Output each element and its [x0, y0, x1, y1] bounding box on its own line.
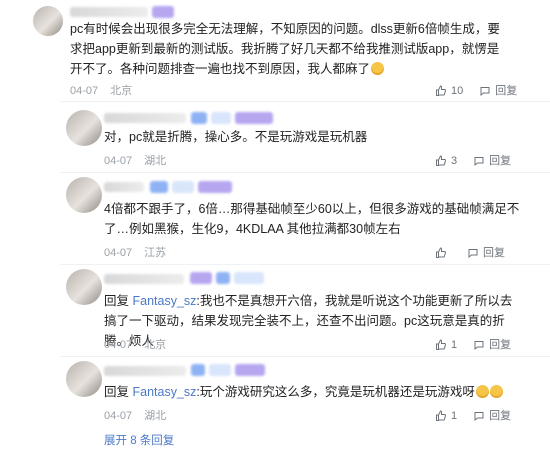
reply-button[interactable]: 回复 — [467, 246, 505, 260]
reply-label: 回复 — [489, 155, 512, 167]
comment-location: 湖北 — [144, 155, 167, 167]
username-redacted — [104, 274, 184, 284]
thumbs-up-icon — [436, 247, 447, 258]
reply-label: 回复 — [483, 247, 505, 259]
reply-label: 回复 — [495, 85, 518, 97]
username-redacted — [104, 113, 186, 123]
like-button[interactable]: 10 — [435, 84, 463, 98]
reply-prefix: 回复 — [104, 385, 133, 399]
comment-date: 04-07 — [104, 339, 133, 351]
level-badge — [191, 112, 207, 124]
like-count: 1 — [451, 410, 458, 422]
comment-meta: 04-07 湖北 — [104, 154, 166, 168]
username-redacted — [104, 182, 144, 192]
divider — [60, 172, 550, 173]
divider — [60, 101, 550, 102]
avatar[interactable] — [66, 177, 102, 213]
reply-button[interactable]: 回复 — [473, 409, 511, 423]
thumbs-up-icon — [436, 339, 447, 350]
emoji-icon — [371, 62, 385, 75]
level-badge — [216, 272, 230, 284]
like-button[interactable]: 3 — [435, 154, 457, 168]
avatar[interactable] — [66, 269, 102, 305]
user-badges — [191, 364, 265, 376]
comment-text: 回复 Fantasy_sz:玩个游戏研究这么多，究竟是玩机器还是玩游戏呀 — [104, 382, 524, 402]
emoji-icon — [475, 385, 489, 398]
thumbs-up-icon — [436, 155, 447, 166]
comment-actions: 1 回复 — [435, 338, 511, 352]
comment-meta: 04-07 江苏 — [104, 246, 166, 260]
comment-body: 4倍都不跟手了，6倍…那得基础帧至少60以上，但很多游戏的基础帧满足不了…例如黑… — [104, 202, 520, 236]
reply-button[interactable]: 回复 — [479, 84, 517, 98]
level-badge — [152, 6, 174, 18]
level-badge — [191, 364, 205, 376]
like-button[interactable]: 1 — [435, 338, 457, 352]
level-badge — [198, 181, 232, 193]
reply-button[interactable]: 回复 — [473, 154, 511, 168]
like-button[interactable] — [435, 247, 451, 259]
comment-body: 对，pc就是折腾，操心多。不是玩游戏是玩机器 — [104, 130, 368, 144]
level-badge — [209, 364, 231, 376]
reply-prefix: 回复 — [104, 294, 133, 308]
avatar[interactable] — [66, 110, 102, 146]
level-badge — [235, 364, 265, 376]
comment-bubble-icon — [474, 157, 484, 167]
comment-bubble-icon — [474, 341, 484, 351]
comment-bubble-icon — [474, 412, 484, 422]
comment-date: 04-07 — [104, 155, 133, 167]
level-badge — [150, 181, 168, 193]
divider — [60, 356, 550, 357]
comment-text: 4倍都不跟手了，6倍…那得基础帧至少60以上，但很多游戏的基础帧满足不了…例如黑… — [104, 199, 524, 239]
level-badge — [190, 272, 212, 284]
expand-replies-link[interactable]: 展开 8 条回复 — [104, 432, 174, 448]
comment-text: pc有时候会出现很多完全无法理解，不知原因的问题。dlss更新6倍帧生成，要求把… — [70, 19, 510, 79]
mention-link[interactable]: Fantasy_sz — [132, 294, 196, 308]
avatar[interactable] — [33, 6, 63, 36]
level-badge — [235, 112, 273, 124]
comment-bubble-icon — [468, 249, 478, 259]
comment-location: 江苏 — [144, 247, 167, 259]
emoji-icon — [489, 385, 503, 398]
reply-button[interactable]: 回复 — [473, 338, 511, 352]
comment-meta: 04-07 湖北 — [104, 409, 166, 423]
avatar[interactable] — [66, 361, 102, 397]
comment-body: :玩个游戏研究这么多，究竟是玩机器还是玩游戏呀 — [196, 385, 475, 399]
comment-location: 北京 — [144, 339, 167, 351]
like-button[interactable]: 1 — [435, 409, 457, 423]
comment-location: 北京 — [110, 85, 133, 97]
reply-label: 回复 — [489, 410, 512, 422]
comment-actions: 3 回复 — [435, 154, 511, 168]
comment-meta: 04-07 北京 — [70, 84, 132, 98]
comment-meta: 04-07 北京 — [104, 338, 166, 352]
comment-bubble-icon — [480, 87, 490, 97]
user-badges — [150, 181, 232, 193]
level-badge — [234, 272, 264, 284]
user-badges — [190, 272, 264, 284]
like-count: 1 — [451, 339, 458, 351]
divider — [60, 264, 550, 265]
comment-text: 对，pc就是折腾，操心多。不是玩游戏是玩机器 — [104, 127, 514, 147]
mention-link[interactable]: Fantasy_sz — [132, 385, 196, 399]
comment-actions: 1 回复 — [435, 409, 511, 423]
level-badge — [172, 181, 194, 193]
level-badge — [211, 112, 231, 124]
comment-actions: 10 回复 — [435, 84, 517, 98]
comment-location: 湖北 — [144, 410, 167, 422]
thumbs-up-icon — [436, 85, 447, 96]
comment-date: 04-07 — [104, 247, 133, 259]
user-badges — [152, 6, 174, 18]
username-redacted — [104, 366, 186, 376]
comment-date: 04-07 — [104, 410, 133, 422]
comment-actions: 回复 — [435, 246, 505, 260]
user-badges — [191, 112, 273, 124]
comment-body: pc有时候会出现很多完全无法理解，不知原因的问题。dlss更新6倍帧生成，要求把… — [70, 22, 500, 76]
comment-date: 04-07 — [70, 85, 99, 97]
reply-label: 回复 — [489, 339, 512, 351]
thumbs-up-icon — [436, 410, 447, 421]
like-count: 3 — [451, 155, 458, 167]
username-redacted — [70, 7, 148, 17]
like-count: 10 — [451, 85, 464, 97]
